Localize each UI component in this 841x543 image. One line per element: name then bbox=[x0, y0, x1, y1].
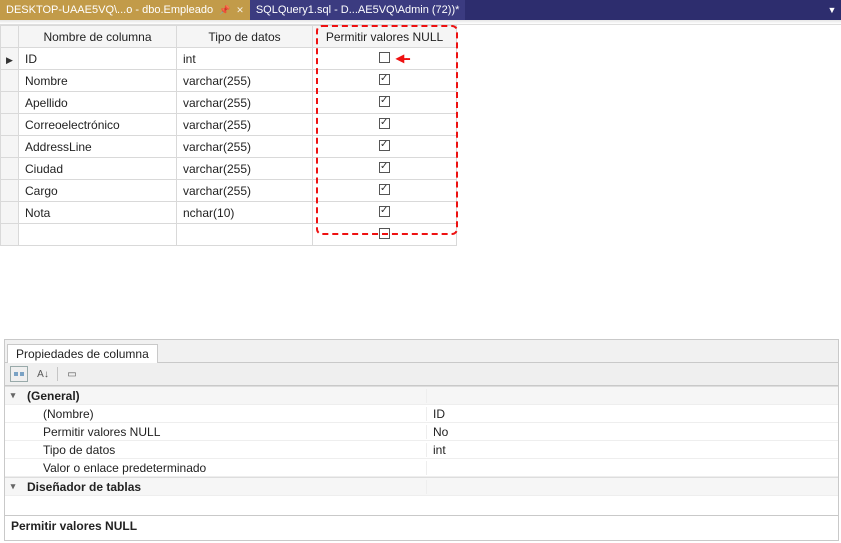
prop-name: Valor o enlace predeterminado bbox=[21, 461, 427, 475]
cell-name[interactable]: Nombre bbox=[19, 70, 177, 92]
null-checkbox[interactable] bbox=[379, 74, 390, 85]
col-header-nulls[interactable]: Permitir valores NULL bbox=[313, 26, 457, 48]
prop-name: Permitir valores NULL bbox=[21, 425, 427, 439]
cell-name[interactable]: Apellido bbox=[19, 92, 177, 114]
table-row[interactable]: Nota nchar(10) bbox=[1, 202, 457, 224]
cell-name[interactable]: ID bbox=[19, 48, 177, 70]
close-icon[interactable]: ✕ bbox=[236, 5, 244, 16]
table-row[interactable]: ▶ ID int bbox=[1, 48, 457, 70]
cell-name[interactable]: Cargo bbox=[19, 180, 177, 202]
cell-type[interactable]: varchar(255) bbox=[177, 114, 313, 136]
property-pages-icon[interactable]: ▭ bbox=[62, 365, 82, 383]
cell-name[interactable]: Correoelectrónico bbox=[19, 114, 177, 136]
properties-panel: Propiedades de columna A↓ ▭ ▾ (General) … bbox=[4, 339, 839, 541]
table-row[interactable]: Cargo varchar(255) bbox=[1, 180, 457, 202]
cell-name[interactable]: Nota bbox=[19, 202, 177, 224]
column-grid: Nombre de columna Tipo de datos Permitir… bbox=[0, 25, 841, 246]
null-checkbox[interactable] bbox=[379, 184, 390, 195]
expand-icon[interactable]: ▾ bbox=[5, 390, 21, 401]
row-selector-icon: ▶ bbox=[6, 55, 13, 66]
expand-icon[interactable]: ▾ bbox=[5, 481, 21, 492]
tab-bar: DESKTOP-UAAE5VQ\...o - dbo.Empleado 📌 ✕ … bbox=[0, 0, 841, 20]
tab-label: SQLQuery1.sql - D...AE5VQ\Admin (72))* bbox=[256, 4, 460, 16]
table-row[interactable]: Apellido varchar(255) bbox=[1, 92, 457, 114]
table-row-new[interactable] bbox=[1, 224, 457, 246]
properties-tab[interactable]: Propiedades de columna bbox=[7, 344, 158, 363]
prop-name: (Nombre) bbox=[21, 407, 427, 421]
properties-grid: ▾ (General) (Nombre) ID Permitir valores… bbox=[5, 386, 838, 515]
prop-name: Tipo de datos bbox=[21, 443, 427, 457]
tab-label: DESKTOP-UAAE5VQ\...o - dbo.Empleado bbox=[6, 4, 213, 16]
cell-name[interactable]: AddressLine bbox=[19, 136, 177, 158]
table-row[interactable]: Nombre varchar(255) bbox=[1, 70, 457, 92]
cell-type[interactable]: nchar(10) bbox=[177, 202, 313, 224]
null-checkbox[interactable] bbox=[379, 140, 390, 151]
prop-category[interactable]: ▾ Diseñador de tablas bbox=[5, 477, 838, 496]
prop-row[interactable]: Valor o enlace predeterminado bbox=[5, 459, 838, 477]
alphabetical-icon[interactable]: A↓ bbox=[33, 365, 53, 383]
cell-type[interactable]: varchar(255) bbox=[177, 136, 313, 158]
null-checkbox[interactable] bbox=[379, 206, 390, 217]
cell-type[interactable]: varchar(255) bbox=[177, 92, 313, 114]
null-checkbox[interactable] bbox=[379, 118, 390, 129]
properties-toolbar: A↓ ▭ bbox=[5, 363, 838, 386]
null-checkbox[interactable] bbox=[379, 52, 390, 63]
null-checkbox[interactable] bbox=[379, 162, 390, 173]
tab-designer[interactable]: DESKTOP-UAAE5VQ\...o - dbo.Empleado 📌 ✕ bbox=[0, 0, 250, 20]
cell-type[interactable]: varchar(255) bbox=[177, 158, 313, 180]
prop-row[interactable]: Permitir valores NULL No bbox=[5, 423, 838, 441]
table-row[interactable]: Correoelectrónico varchar(255) bbox=[1, 114, 457, 136]
categorized-icon[interactable] bbox=[9, 365, 29, 383]
prop-value[interactable]: int bbox=[427, 443, 838, 457]
table-row[interactable]: AddressLine varchar(255) bbox=[1, 136, 457, 158]
cell-type[interactable]: int bbox=[177, 48, 313, 70]
table-row[interactable]: Ciudad varchar(255) bbox=[1, 158, 457, 180]
prop-category[interactable]: ▾ (General) bbox=[5, 386, 838, 405]
null-checkbox[interactable] bbox=[379, 96, 390, 107]
pin-icon[interactable]: 📌 bbox=[219, 5, 230, 16]
null-checkbox[interactable] bbox=[379, 228, 390, 239]
col-header-name[interactable]: Nombre de columna bbox=[19, 26, 177, 48]
prop-value[interactable]: ID bbox=[427, 407, 838, 421]
prop-row[interactable]: (Nombre) ID bbox=[5, 405, 838, 423]
cell-type[interactable]: varchar(255) bbox=[177, 180, 313, 202]
prop-value[interactable]: No bbox=[427, 425, 838, 439]
cell-type[interactable]: varchar(255) bbox=[177, 70, 313, 92]
col-header-type[interactable]: Tipo de datos bbox=[177, 26, 313, 48]
cell-name[interactable]: Ciudad bbox=[19, 158, 177, 180]
tab-query[interactable]: SQLQuery1.sql - D...AE5VQ\Admin (72))* bbox=[250, 0, 466, 20]
properties-description: Permitir valores NULL bbox=[5, 515, 838, 540]
tab-overflow-icon[interactable]: ▼ bbox=[823, 0, 841, 20]
prop-row[interactable]: Tipo de datos int bbox=[5, 441, 838, 459]
